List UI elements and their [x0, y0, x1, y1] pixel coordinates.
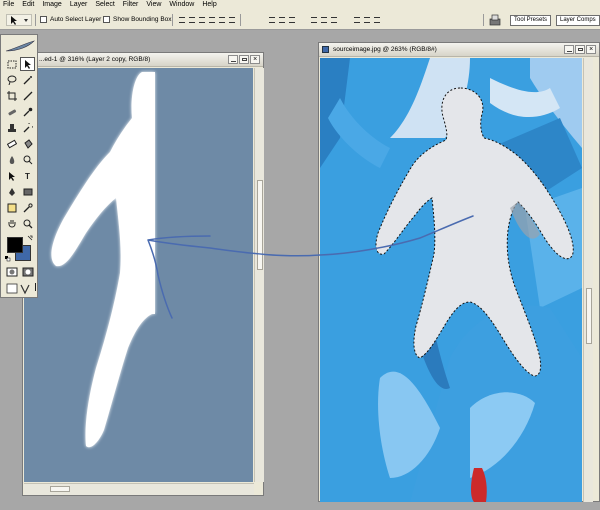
feather-logo-icon[interactable]: [4, 39, 36, 53]
pen-icon[interactable]: [4, 185, 19, 199]
brush-icon[interactable]: [20, 105, 35, 119]
shape-icon[interactable]: [20, 185, 35, 199]
slice-icon[interactable]: [20, 89, 35, 103]
blur-icon[interactable]: [4, 153, 19, 167]
path-select-icon[interactable]: [4, 169, 19, 183]
healing-icon[interactable]: [4, 105, 19, 119]
type-icon[interactable]: T: [20, 169, 35, 183]
hand-icon[interactable]: [4, 217, 19, 231]
marquee-icon[interactable]: [4, 57, 19, 71]
lasso-icon[interactable]: [4, 73, 19, 87]
eyedropper-icon[interactable]: [20, 201, 35, 215]
zoom-icon[interactable]: [20, 217, 35, 231]
eraser-icon[interactable]: [4, 137, 19, 151]
quick-mask-off-icon[interactable]: [4, 265, 19, 279]
dodge-icon[interactable]: [20, 153, 35, 167]
move-icon[interactable]: [20, 57, 35, 71]
stamp-icon[interactable]: [4, 121, 19, 135]
notes-icon[interactable]: [4, 201, 19, 215]
history-brush-icon[interactable]: [20, 121, 35, 135]
default-colors-icon[interactable]: [5, 256, 11, 262]
tools-palette: T: [0, 34, 38, 298]
foreground-color-swatch[interactable]: [7, 237, 23, 253]
drag-path-stroke: [147, 215, 474, 319]
color-swatches: [5, 235, 35, 263]
bucket-icon[interactable]: [20, 137, 35, 151]
quick-mask-on-icon[interactable]: [20, 265, 35, 279]
magic-wand-icon[interactable]: [20, 73, 35, 87]
crop-icon[interactable]: [4, 89, 19, 103]
jump-to-imageready-icon[interactable]: [3, 282, 35, 296]
swap-colors-icon[interactable]: [27, 235, 33, 241]
